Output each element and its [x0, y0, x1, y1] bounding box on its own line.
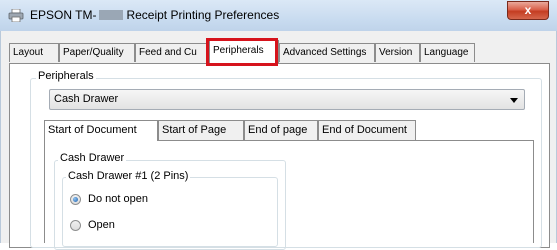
window-title-suffix: Receipt Printing Preferences [126, 8, 280, 22]
peripherals-group-label: Peripherals [36, 70, 96, 82]
highlight-box [206, 38, 278, 66]
radio-label: Do not open [88, 193, 148, 205]
window-title-prefix: EPSON TM- [30, 8, 97, 22]
window-title: EPSON TM- Receipt Printing Preferences [30, 8, 279, 22]
tab-language[interactable]: Language [420, 43, 475, 62]
cash-drawer-1-group-label: Cash Drawer #1 (2 Pins) [66, 170, 191, 182]
radio-button[interactable] [70, 194, 81, 205]
tab-feed-and-cut[interactable]: Feed and Cu [135, 43, 210, 62]
radio-button[interactable] [70, 220, 81, 231]
peripheral-device-value: Cash Drawer [54, 93, 119, 105]
cash-drawer-1-groupbox [62, 177, 278, 247]
peripheral-device-select[interactable]: Cash Drawer [49, 89, 525, 110]
cash-drawer-group-label: Cash Drawer [58, 152, 127, 164]
title-bar: EPSON TM- Receipt Printing Preferences x [0, 0, 557, 32]
radio-label: Open [88, 219, 115, 231]
printer-icon [8, 9, 24, 22]
tab-version[interactable]: Version [375, 43, 420, 62]
tab-paper-quality[interactable]: Paper/Quality [59, 43, 135, 62]
redacted-model [99, 10, 124, 20]
tab-start-of-page[interactable]: Start of Page [158, 120, 244, 140]
tab-advanced-settings[interactable]: Advanced Settings [279, 43, 375, 62]
tab-end-of-page[interactable]: End of page [244, 120, 318, 140]
chevron-down-icon [510, 98, 518, 103]
close-icon: x [524, 3, 532, 17]
tab-start-of-document[interactable]: Start of Document [44, 120, 158, 141]
tab-layout[interactable]: Layout [9, 43, 59, 62]
tab-end-of-document[interactable]: End of Document [318, 120, 416, 140]
close-button[interactable]: x [507, 1, 549, 20]
